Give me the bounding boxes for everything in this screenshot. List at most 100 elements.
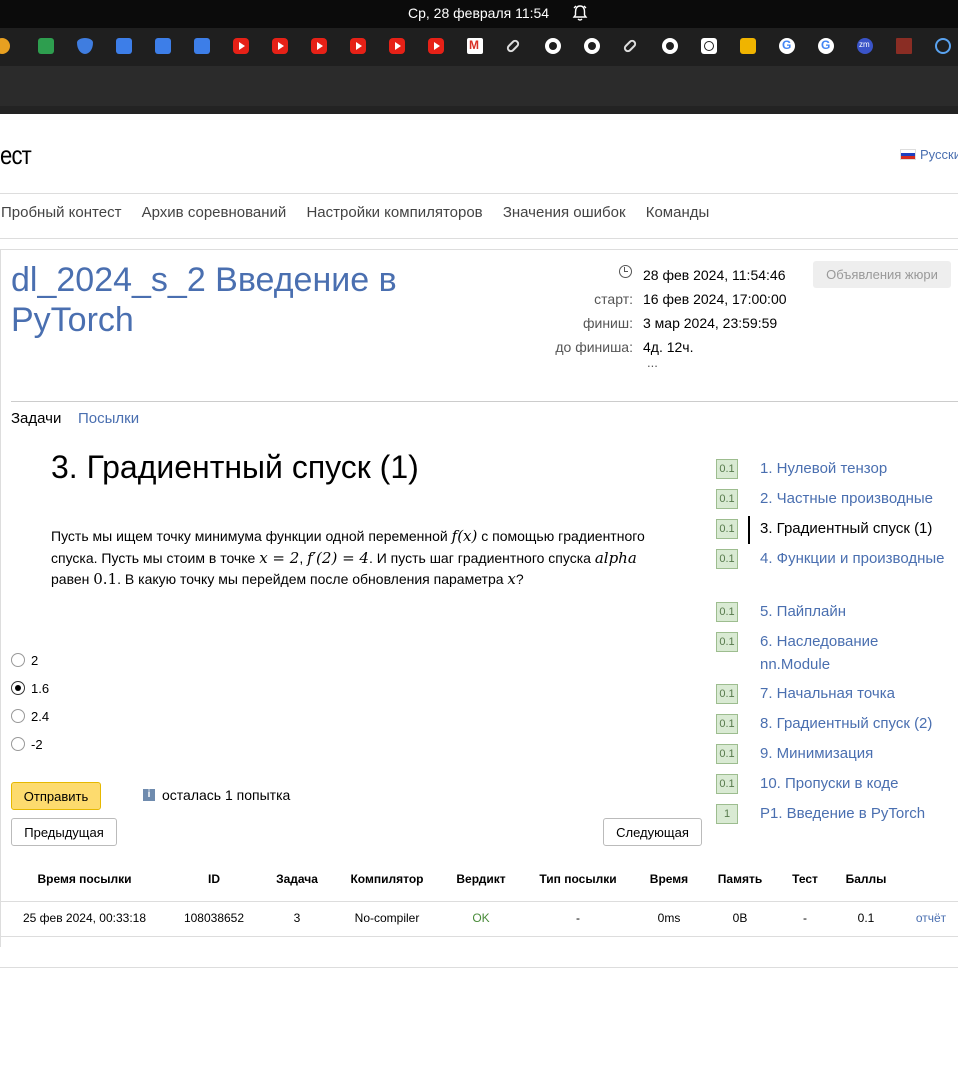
statement-text: равен <box>51 571 94 587</box>
submission-time: 25 фев 2024, 00:33:18 <box>22 911 146 925</box>
swirl-icon[interactable] <box>935 38 951 54</box>
answer-option[interactable]: 1.6 <box>11 680 49 696</box>
submission-verdict: OK <box>472 911 490 925</box>
zoom-icon[interactable] <box>857 38 873 54</box>
column-header: Время посылки <box>37 872 132 886</box>
youtube-icon[interactable] <box>311 38 327 54</box>
report-link[interactable]: отчёт <box>908 911 954 925</box>
score-badge: 0.1 <box>716 744 738 764</box>
next-problem-button[interactable]: Следующая <box>603 818 702 846</box>
cube-icon[interactable] <box>116 38 132 54</box>
alarm-bell-icon[interactable] <box>572 4 588 22</box>
math-expression: f(x) <box>451 527 478 545</box>
youtube-icon[interactable] <box>389 38 405 54</box>
castle-icon[interactable] <box>896 38 912 54</box>
github-icon[interactable] <box>584 38 600 54</box>
youtube-icon[interactable] <box>233 38 249 54</box>
menu-item-archive[interactable]: Архив соревнований <box>142 204 287 221</box>
submission-compiler: No-compiler <box>354 911 420 925</box>
math-expression: x <box>507 570 516 588</box>
problem-link[interactable]: 2. Частные производные <box>760 488 950 511</box>
column-header: Время <box>649 872 689 886</box>
infinity-icon[interactable] <box>0 38 10 54</box>
column-header: Баллы <box>845 872 887 886</box>
gmail-icon[interactable] <box>467 38 483 54</box>
youtube-icon[interactable] <box>350 38 366 54</box>
youtube-icon[interactable] <box>272 38 288 54</box>
tab-problems[interactable]: Задачи <box>11 410 61 427</box>
problem-link[interactable]: 10. Пропуски в коде <box>760 773 950 796</box>
problem-title: 3. Градиентный спуск (1) <box>51 449 419 485</box>
tabs-underline <box>11 401 958 402</box>
score-badge: 0.1 <box>716 632 738 652</box>
contest-title[interactable]: dl_2024_s_2 Введение в PyTorch <box>11 260 431 340</box>
answer-option[interactable]: 2 <box>11 652 38 668</box>
mail-icon[interactable] <box>740 38 756 54</box>
start-time: 16 фев 2024, 17:00:00 <box>643 291 787 307</box>
radio-button-selected[interactable] <box>11 681 25 695</box>
google-icon[interactable] <box>818 38 834 54</box>
problem-link[interactable]: 5. Пайплайн <box>760 601 950 624</box>
column-header: Тест <box>792 872 818 886</box>
github-icon[interactable] <box>662 38 678 54</box>
statement-text: Пусть мы ищем точку минимума функции одн… <box>51 528 452 544</box>
jury-announcements-button[interactable]: Объявления жюри <box>813 261 951 288</box>
previous-problem-button[interactable]: Предыдущая <box>11 818 117 846</box>
github-icon[interactable] <box>545 38 561 54</box>
feather-icon[interactable] <box>77 38 93 54</box>
score-badge: 0.1 <box>716 774 738 794</box>
submission-memory: 0B <box>732 911 748 925</box>
finish-label: финиш: <box>582 315 633 331</box>
menu-item-error-codes[interactable]: Значения ошибок <box>503 204 626 221</box>
divider <box>0 238 958 239</box>
column-header: Компилятор <box>350 872 424 886</box>
menu-item-compiler-settings[interactable]: Настройки компиляторов <box>306 204 482 221</box>
browser-tab-strip <box>0 66 958 114</box>
cube-icon[interactable] <box>194 38 210 54</box>
tab-submissions[interactable]: Посылки <box>78 410 139 427</box>
option-label: 2.4 <box>31 708 50 724</box>
divider <box>0 901 958 902</box>
youtube-icon[interactable] <box>428 38 444 54</box>
submit-button[interactable]: Отправить <box>11 782 101 810</box>
more-info-toggle[interactable]: ... <box>647 355 658 370</box>
score-badge: 1 <box>716 804 738 824</box>
problem-link[interactable]: 1. Нулевой тензор <box>760 458 950 481</box>
contest-info-values: 28 фев 2024, 11:54:46 16 фев 2024, 17:00… <box>643 263 813 359</box>
problem-link[interactable]: 7. Начальная точка <box>760 683 950 706</box>
sheets-icon[interactable] <box>38 38 54 54</box>
cube-icon[interactable] <box>155 38 171 54</box>
os-clock[interactable]: Ср, 28 февраля 11:54 <box>408 5 549 21</box>
menu-item-teams[interactable]: Команды <box>646 204 710 221</box>
answer-option[interactable]: 2.4 <box>11 708 49 724</box>
math-expression: 0.1 <box>93 570 118 588</box>
clock-icon[interactable] <box>701 38 717 54</box>
link-icon[interactable] <box>622 38 638 54</box>
problem-statement: Пусть мы ищем точку минимума функции одн… <box>51 526 666 591</box>
column-header: Вердикт <box>456 872 506 886</box>
problem-link[interactable]: 9. Минимизация <box>760 743 950 766</box>
problem-link[interactable]: 8. Градиентный спуск (2) <box>760 713 950 736</box>
radio-button[interactable] <box>11 737 25 751</box>
divider <box>0 967 958 968</box>
link-icon[interactable] <box>505 38 521 54</box>
problem-link[interactable]: 3. Градиентный спуск (1) <box>760 518 950 541</box>
problem-link[interactable]: P1. Введение в PyTorch <box>760 803 950 826</box>
score-badge: 0.1 <box>716 714 738 734</box>
radio-button[interactable] <box>11 653 25 667</box>
answer-option[interactable]: -2 <box>11 736 43 752</box>
problem-link[interactable]: 6. Наследование nn.Module <box>760 631 950 676</box>
google-icon[interactable] <box>779 38 795 54</box>
contest-panel <box>0 249 958 947</box>
language-switcher[interactable]: Русски <box>900 147 958 162</box>
menu-item-trial-contest[interactable]: Пробный контест <box>1 204 121 221</box>
current-marker <box>748 516 750 544</box>
attempts-text: осталась 1 попытка <box>162 787 291 803</box>
column-header: Тип посылки <box>539 872 617 886</box>
bookmarks-bar <box>0 28 958 66</box>
problem-link[interactable]: 4. Функции и производные <box>760 548 950 571</box>
current-time: 28 фев 2024, 11:54:46 <box>643 267 786 283</box>
info-icon: i <box>143 789 155 801</box>
site-logo[interactable]: ест <box>0 140 32 171</box>
radio-button[interactable] <box>11 709 25 723</box>
